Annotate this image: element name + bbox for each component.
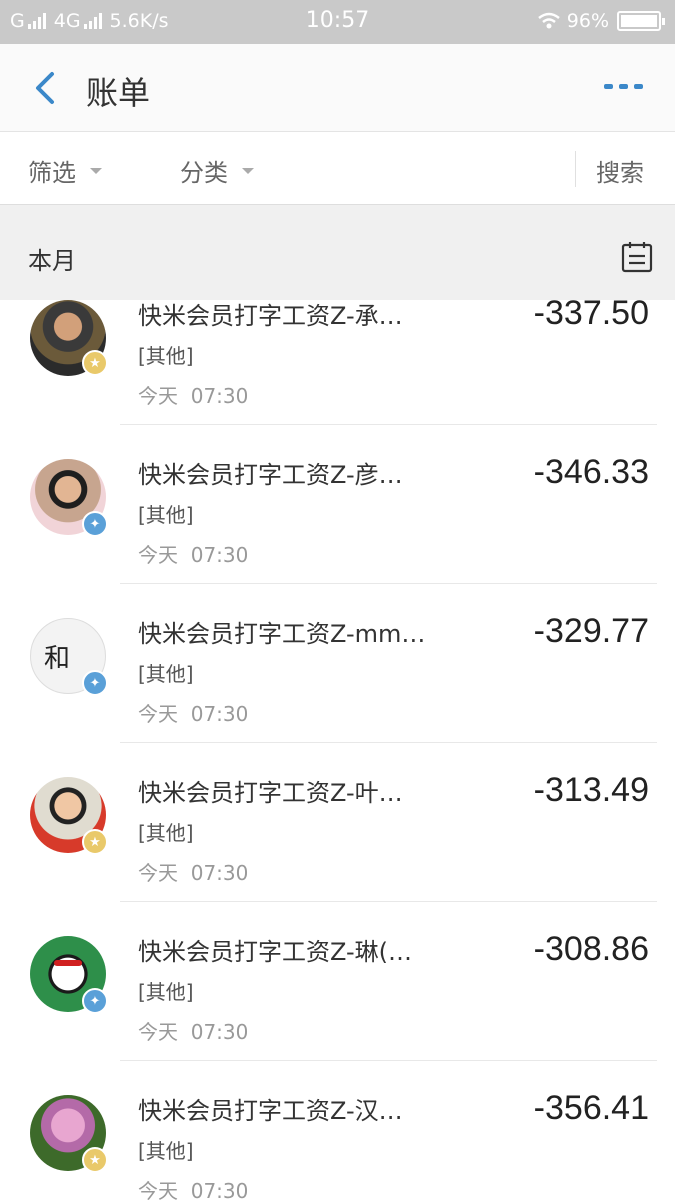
item-category: [其他] (138, 503, 194, 527)
item-amount: -337.50 (533, 294, 649, 332)
item-category: [其他] (138, 662, 194, 686)
calendar-list-icon[interactable] (620, 240, 654, 274)
item-category: [其他] (138, 821, 194, 845)
page-title: 账单 (86, 74, 151, 112)
status-right: 96% (537, 10, 665, 32)
item-category: [其他] (138, 980, 194, 1004)
month-label: 本月 (28, 247, 76, 275)
item-title: 快米会员打字工资Z-彦… (138, 461, 403, 489)
item-category: [其他] (138, 344, 194, 368)
item-time: 今天 07:30 (138, 861, 249, 885)
caret-down-icon (242, 167, 254, 174)
filter-label: 筛选 (28, 159, 76, 187)
wifi-icon (537, 12, 560, 29)
category-dropdown[interactable]: 分类 (180, 153, 254, 188)
filter-bar: 筛选 分类 搜索 (0, 133, 675, 205)
list-item[interactable]: 和 ✦ 快米会员打字工资Z-mm… [其他] 今天 07:30 -329.77 (0, 584, 675, 743)
list-item[interactable]: ★ 快米会员打字工资Z-承… [其他] 今天 07:30 -337.50 (0, 294, 675, 425)
item-amount: -308.86 (533, 930, 649, 968)
list-item[interactable]: ✦ 快米会员打字工资Z-琳(… [其他] 今天 07:30 -308.86 (0, 902, 675, 1061)
list-item[interactable]: ★ 快米会员打字工资Z-汉… [其他] 今天 07:30 -356.41 (0, 1061, 675, 1200)
item-amount: -329.77 (533, 612, 649, 650)
bill-list: ★ 快米会员打字工资Z-承… [其他] 今天 07:30 -337.50 ✦ 快… (0, 294, 675, 1200)
month-section-header: 本月 (0, 205, 675, 300)
list-item[interactable]: ✦ 快米会员打字工资Z-彦… [其他] 今天 07:30 -346.33 (0, 425, 675, 584)
item-time: 今天 07:30 (138, 384, 249, 408)
item-title: 快米会员打字工资Z-承… (138, 302, 403, 330)
item-title: 快米会员打字工资Z-琳(… (138, 938, 413, 966)
more-icon[interactable] (604, 84, 643, 89)
list-item[interactable]: ★ 快米会员打字工资Z-叶… [其他] 今天 07:30 -313.49 (0, 743, 675, 902)
verified-badge-icon: ✦ (82, 670, 108, 696)
item-time: 今天 07:30 (138, 1179, 249, 1200)
verified-badge-icon: ✦ (82, 988, 108, 1014)
item-time: 今天 07:30 (138, 1020, 249, 1044)
status-bar: G 4G 5.6K/s 10:57 96% (0, 0, 675, 44)
avatar-mustache (54, 960, 82, 966)
item-amount: -356.41 (533, 1089, 649, 1127)
battery-icon (617, 11, 665, 31)
item-category: [其他] (138, 1139, 194, 1163)
item-title: 快米会员打字工资Z-mm… (138, 620, 426, 648)
vip-badge-icon: ★ (82, 1147, 108, 1173)
search-button[interactable]: 搜索 (596, 153, 644, 188)
item-amount: -346.33 (533, 453, 649, 491)
divider (575, 151, 576, 187)
chevron-left-icon[interactable] (30, 70, 64, 106)
category-label: 分类 (180, 159, 228, 187)
verified-badge-icon: ✦ (82, 511, 108, 537)
vip-badge-icon: ★ (82, 829, 108, 855)
item-amount: -313.49 (533, 771, 649, 809)
item-title: 快米会员打字工资Z-叶… (138, 779, 403, 807)
item-time: 今天 07:30 (138, 702, 249, 726)
item-time: 今天 07:30 (138, 543, 249, 567)
filter-dropdown[interactable]: 筛选 (28, 153, 102, 188)
item-title: 快米会员打字工资Z-汉… (138, 1097, 403, 1125)
title-bar: 账单 (0, 44, 675, 132)
vip-badge-icon: ★ (82, 350, 108, 376)
caret-down-icon (90, 167, 102, 174)
avatar-calligraphy: 和 (44, 644, 71, 674)
battery-percent: 96% (566, 10, 609, 32)
